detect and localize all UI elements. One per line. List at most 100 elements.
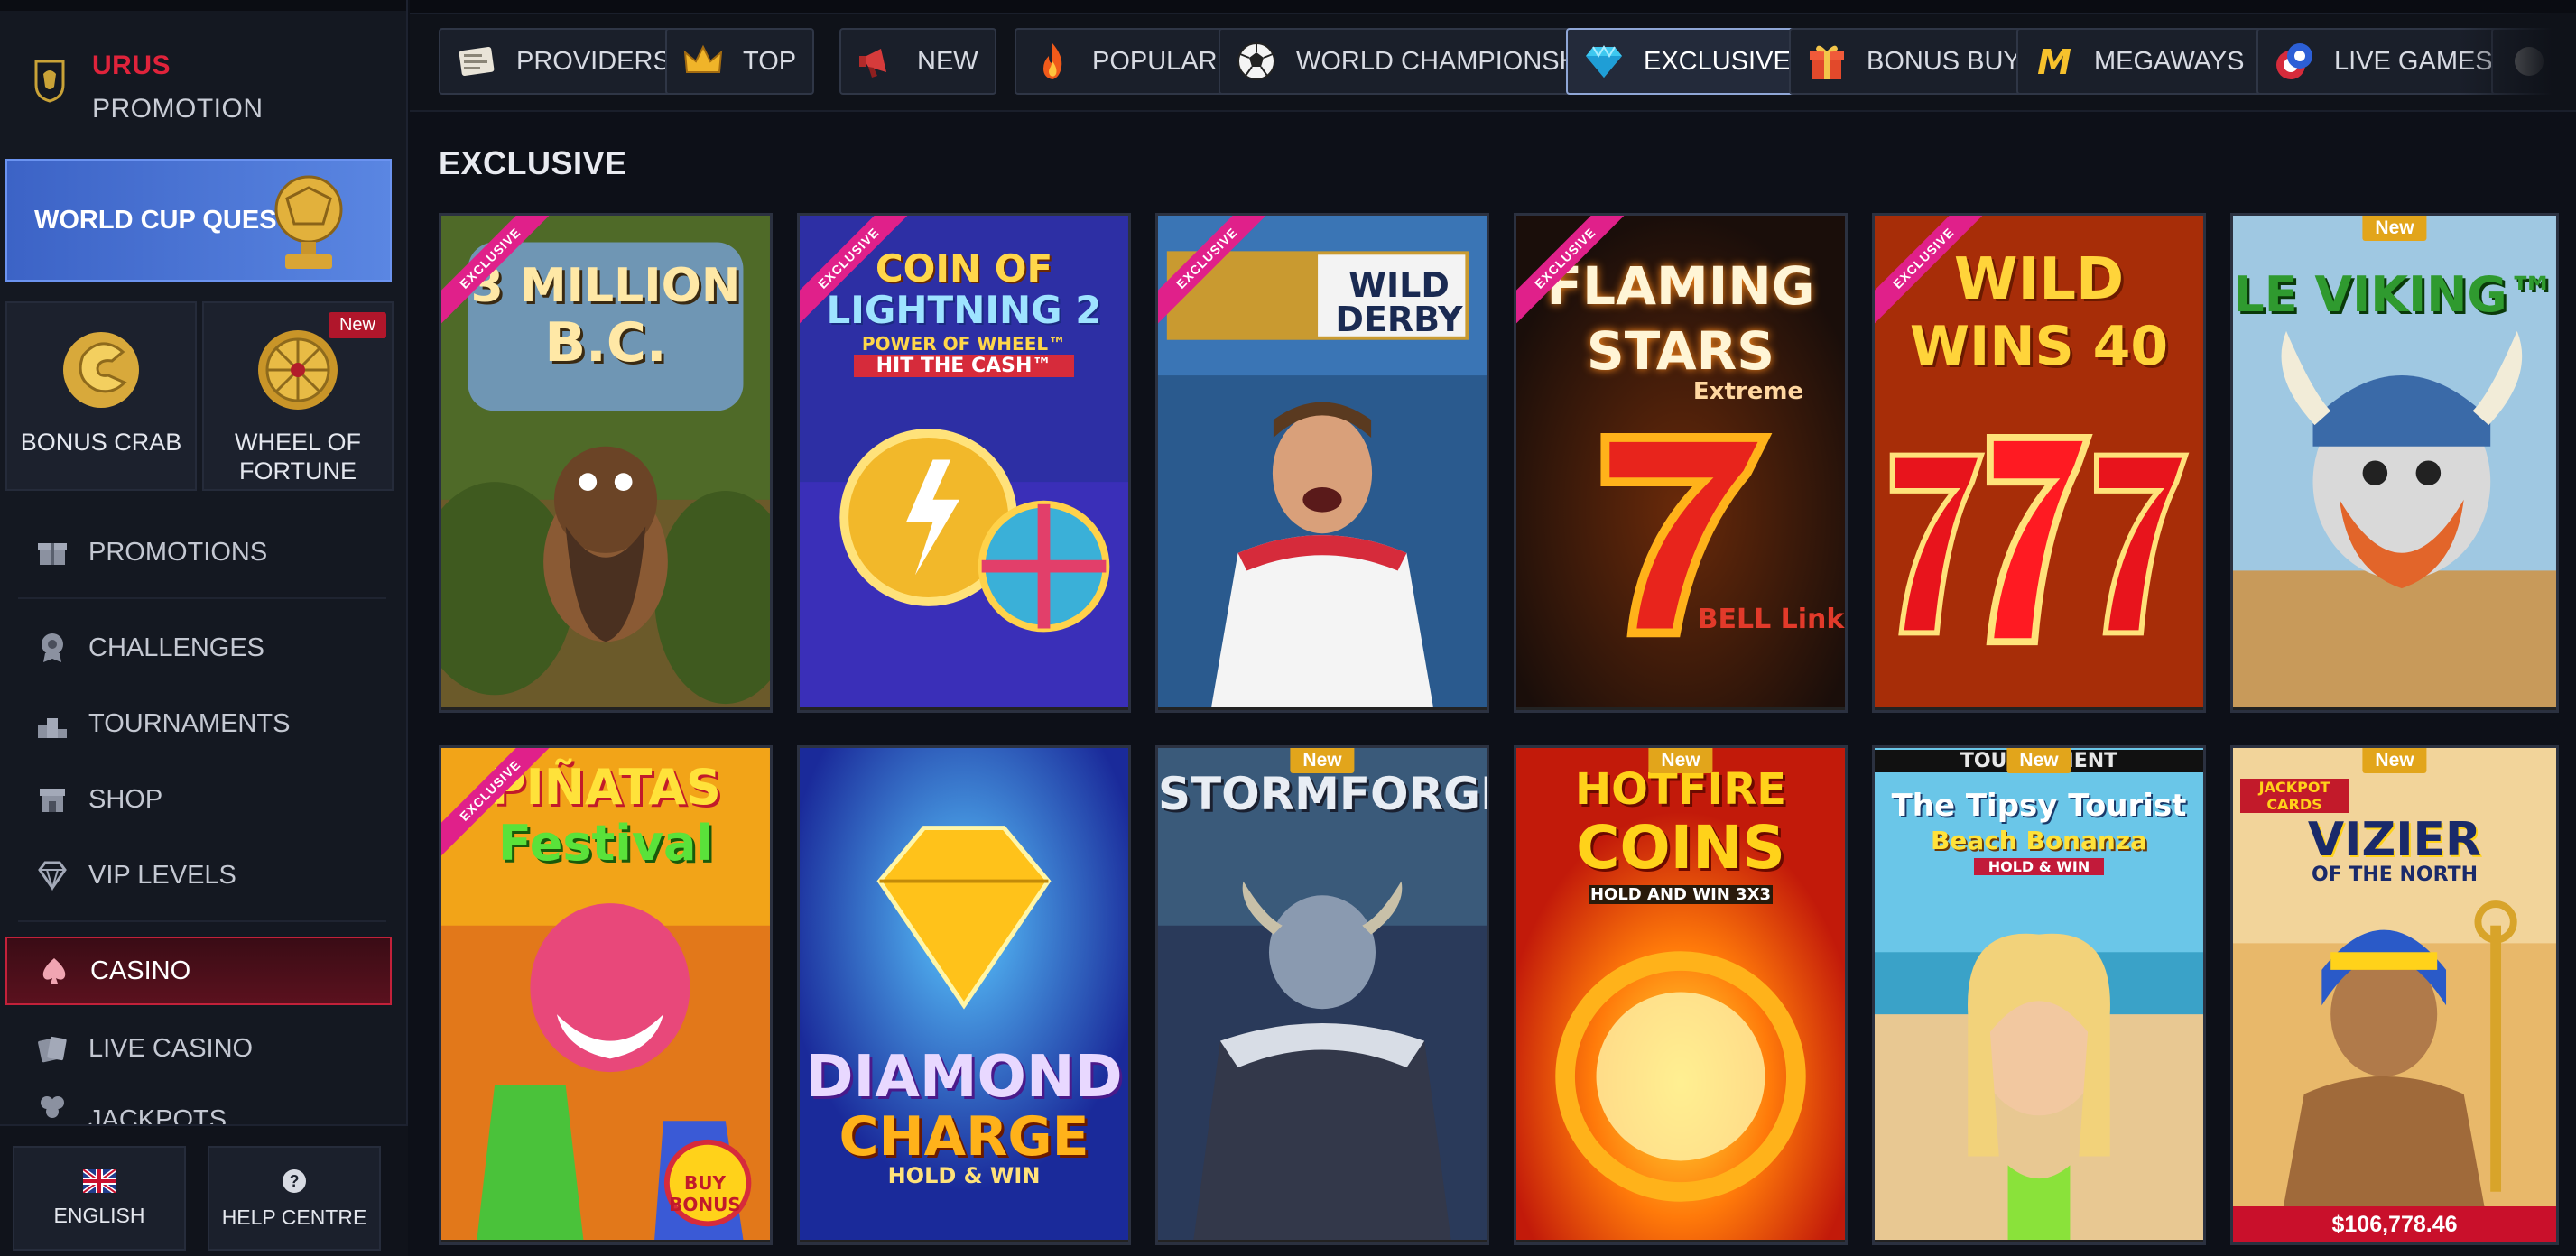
game-tagline: HOLD & WIN: [887, 1163, 1041, 1188]
game-card-coin-of-lightning-2[interactable]: COIN OF LIGHTNING 2 POWER OF WHEEL™ HIT …: [797, 213, 1131, 713]
game-card-vizier-of-the-north[interactable]: JACKPOT CARDS VIZIER OF THE NORTH New $1…: [2230, 745, 2559, 1245]
new-badge: New: [328, 312, 386, 338]
bonus-crab-icon: [63, 332, 139, 408]
world-cup-quest-banner[interactable]: WORLD CUP QUEST: [5, 159, 392, 282]
shop-icon: [40, 789, 65, 812]
game-card-le-viking[interactable]: LE VIKING™ New: [2230, 213, 2559, 713]
game-card-tipsy-tourist[interactable]: TOURNAMENT The Tipsy Tourist Beach Bonan…: [1872, 745, 2206, 1245]
game-subtitle: OF THE NORTH: [2312, 864, 2478, 886]
crown-icon: [683, 44, 723, 73]
challenge-badge-icon: [42, 633, 63, 662]
game-card-wild-wins-40[interactable]: WILD WINS 40 EXCLUSIVE: [1872, 213, 2206, 713]
providers-icon: [459, 47, 495, 76]
game-subtitle: LIGHTNING 2: [826, 288, 1102, 332]
category-megaways[interactable]: M MEGAWAYS: [2016, 28, 2263, 95]
flame-icon: [1043, 43, 1062, 79]
game-card-wild-derby[interactable]: WILD DERBY EXCLUSIVE: [1155, 213, 1489, 713]
sidebar-item-label: SHOP: [88, 784, 163, 814]
category-providers[interactable]: PROVIDERS: [439, 28, 689, 95]
category-top[interactable]: TOP: [665, 28, 815, 95]
category-label: BONUS BUYS: [1867, 46, 2039, 76]
tile-label: BONUS CRAB: [20, 429, 182, 456]
gift-icon: [38, 543, 67, 565]
sidebar-item-vip-levels[interactable]: VIP LEVELS: [5, 841, 392, 910]
new-badge: New: [2006, 748, 2071, 773]
game-subtitle: B.C.: [544, 311, 667, 374]
sidebar-item-label: CHALLENGES: [88, 633, 265, 662]
game-card-3-million-bc[interactable]: 3 MILLION B.C. EXCLUSIVE: [439, 213, 773, 713]
category-exclusive[interactable]: EXCLUSIVE: [1566, 28, 1809, 95]
category-bar: PROVIDERS TOP NEW POPULAR WORLD CHAMPION…: [410, 0, 2576, 112]
game-title: LE VIKING™: [2233, 266, 2556, 323]
poker-chip-icon: [2276, 43, 2312, 79]
game-card-pinatas-festival[interactable]: PIÑATAS Festival BUY BONUS EXCLUSIVE: [439, 745, 773, 1245]
new-badge: New: [2362, 216, 2427, 241]
game-card-diamond-charge[interactable]: DIAMOND CHARGE HOLD & WIN: [797, 745, 1131, 1245]
game-tagline: JACKPOT CARDS: [2240, 779, 2349, 813]
spade-icon: [42, 958, 66, 984]
help-centre-button[interactable]: ? HELP CENTRE: [208, 1146, 381, 1251]
category-popular[interactable]: POPULAR: [1015, 28, 1236, 95]
game-subtitle: CHARGE: [839, 1105, 1089, 1168]
help-label: HELP CENTRE: [221, 1205, 367, 1229]
game-title: STORMFORGED: [1158, 768, 1487, 820]
sidebar-item-label: PROMOTIONS: [88, 537, 268, 567]
category-label: NEW: [917, 46, 978, 76]
game-tagline-2: HIT THE CASH™: [854, 355, 1074, 377]
help-icon: ?: [283, 1168, 306, 1193]
trophy-icon: [274, 175, 343, 269]
new-badge: New: [2362, 748, 2427, 773]
diamond-icon: [38, 861, 67, 891]
sidebar: URUS PROMOTION WORLD CUP QUEST BONUS CRA…: [0, 0, 408, 1256]
game-card-hotfire-coins[interactable]: HOTFIRE COINS HOLD AND WIN 3x3 New: [1514, 745, 1848, 1245]
game-tagline: Extreme: [1692, 378, 1804, 405]
cards-icon: [38, 1036, 67, 1063]
sidebar-item-tournaments[interactable]: TOURNAMENTS: [5, 689, 392, 758]
category-label: PROVIDERS: [516, 46, 671, 76]
game-subtitle: WINS 40: [1909, 315, 2169, 378]
diamond-icon: [1586, 45, 1622, 78]
game-title: VIZIER: [2307, 813, 2482, 867]
sidebar-item-challenges[interactable]: CHALLENGES: [5, 614, 392, 682]
category-new[interactable]: NEW: [839, 28, 996, 95]
sidebar-item-label: CASINO: [90, 956, 191, 985]
category-label: TOP: [743, 46, 797, 76]
sidebar-item-label: VIP LEVELS: [88, 860, 236, 890]
game-card-stormforged[interactable]: STORMFORGED New: [1155, 745, 1489, 1245]
sidebar-item-jackpots[interactable]: JACKPOTS: [5, 1088, 392, 1124]
sidebar-item-promotions[interactable]: PROMOTIONS: [5, 518, 392, 586]
sidebar-item-casino[interactable]: CASINO: [5, 937, 392, 1005]
game-title: WILD DERBY: [1335, 265, 1463, 339]
category-world-championship[interactable]: WORLD CHAMPIONSHIP: [1219, 28, 1621, 95]
bull-logo-icon: [34, 60, 65, 103]
language-button[interactable]: ENGLISH: [13, 1146, 186, 1251]
bonus-crab-tile[interactable]: BONUS CRAB: [5, 301, 197, 491]
megaways-icon: M: [2037, 42, 2071, 82]
category-label: EXCLUSIVE: [1644, 46, 1791, 76]
game-subtitle: Festival: [498, 815, 713, 872]
sidebar-item-label: TOURNAMENTS: [88, 708, 291, 738]
game-title: DIAMOND: [805, 1044, 1123, 1111]
game-subtitle: COINS: [1576, 813, 1785, 882]
category-label: WORLD CHAMPIONSHIP: [1296, 46, 1603, 76]
new-badge: New: [1290, 748, 1355, 773]
brand[interactable]: URUS PROMOTION: [32, 51, 264, 125]
gift-icon: [1810, 45, 1844, 79]
category-label: POPULAR: [1092, 46, 1218, 76]
game-card-flaming-stars[interactable]: FLAMING STARS Extreme BELL Link EXCLUSIV…: [1514, 213, 1848, 713]
game-tagline: BUY BONUS: [669, 1172, 741, 1215]
clover-icon: [41, 1096, 64, 1118]
sidebar-item-shop[interactable]: SHOP: [5, 765, 392, 834]
section-title: EXCLUSIVE: [439, 144, 627, 181]
scroll-fade: [2459, 13, 2576, 110]
wheel-of-fortune-tile[interactable]: New WHEEL OF FORTUNE: [202, 301, 394, 491]
podium-icon: [38, 718, 67, 738]
game-tagline: POWER OF WHEEL™: [861, 333, 1067, 355]
sidebar-item-label: JACKPOTS: [88, 1104, 227, 1125]
svg-text:?: ?: [290, 1172, 300, 1190]
sidebar-item-live-casino[interactable]: LIVE CASINO: [5, 1014, 392, 1083]
new-badge: New: [1648, 748, 1713, 773]
divider: [18, 597, 386, 599]
language-label: ENGLISH: [53, 1203, 145, 1227]
tile-label: WHEEL OF FORTUNE: [234, 429, 361, 485]
